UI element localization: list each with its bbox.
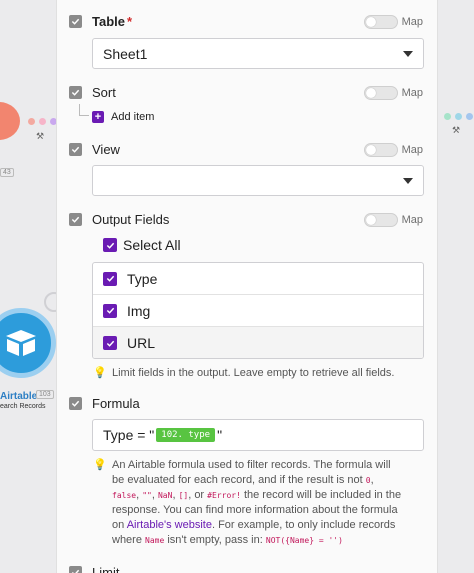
plus-icon: + xyxy=(92,111,104,123)
chevron-down-icon xyxy=(403,51,413,57)
output-fields-enable-checkbox[interactable] xyxy=(69,213,82,226)
airtable-module-node[interactable] xyxy=(0,308,56,378)
select-all-label: Select All xyxy=(123,237,181,253)
code-snippet: [] xyxy=(178,491,189,500)
list-item-label: URL xyxy=(127,335,156,351)
list-item[interactable]: Img xyxy=(93,295,423,327)
airtable-website-link[interactable]: Airtable's website xyxy=(127,519,212,531)
map-label: Map xyxy=(401,15,423,28)
code-snippet: NOT({Name} = '') xyxy=(265,536,343,545)
hint-text: Limit fields in the output. Leave empty … xyxy=(112,367,395,379)
output-fields-map-toggle[interactable]: Map xyxy=(363,212,423,227)
airtable-node-count: 103 xyxy=(36,390,54,399)
formula-suffix: " xyxy=(217,427,223,443)
view-label: View xyxy=(92,142,120,157)
list-item-label: Img xyxy=(127,302,151,319)
variable-pill[interactable]: 102. type xyxy=(156,428,216,442)
list-item[interactable]: Type xyxy=(93,263,423,295)
select-all-checkbox[interactable]: Select All xyxy=(103,237,181,253)
view-select[interactable] xyxy=(92,165,424,196)
code-snippet: false xyxy=(112,491,137,500)
lightbulb-icon: 💡 xyxy=(93,367,107,379)
formula-field-header: Formula xyxy=(69,396,425,411)
formula-prefix: Type = " xyxy=(103,427,155,443)
connector-dots-right xyxy=(444,113,473,120)
code-snippet: 0 xyxy=(365,476,371,485)
table-enable-checkbox[interactable] xyxy=(69,15,82,28)
check-icon xyxy=(71,89,80,96)
limit-label: Limit xyxy=(92,565,120,573)
sort-map-toggle[interactable]: Map xyxy=(363,85,423,100)
checkbox-checked[interactable] xyxy=(103,238,117,252)
check-icon xyxy=(106,275,114,282)
limit-enable-checkbox[interactable] xyxy=(69,566,82,573)
output-fields-header: Output Fields Map xyxy=(69,212,425,227)
required-mark: * xyxy=(127,14,133,29)
add-item-label: Add item xyxy=(111,111,155,123)
airtable-node-subtitle: earch Records xyxy=(0,403,46,410)
chevron-down-icon xyxy=(403,178,413,184)
output-fields-list: Type Img URL xyxy=(92,262,424,359)
table-select[interactable]: Sheet1 xyxy=(92,38,424,69)
map-label: Map xyxy=(401,213,423,226)
lightbulb-icon: 💡 xyxy=(93,459,107,471)
wrench-icon[interactable]: ⚒ xyxy=(36,131,44,142)
map-label: Map xyxy=(401,86,423,99)
module-settings-panel: Table * Map Sheet1 Sort Map + Add item Vi… xyxy=(56,0,438,573)
code-snippet: Name xyxy=(145,536,165,545)
table-map-toggle[interactable]: Map xyxy=(363,14,423,29)
check-icon xyxy=(71,146,80,153)
sort-enable-checkbox[interactable] xyxy=(69,86,82,99)
limit-field-header: Limit xyxy=(69,565,425,573)
formula-input[interactable]: Type = " 102. type " xyxy=(92,419,424,451)
formula-enable-checkbox[interactable] xyxy=(69,397,82,410)
map-switch[interactable] xyxy=(363,85,398,100)
table-label: Table * xyxy=(92,14,133,29)
list-item[interactable]: URL xyxy=(93,327,423,358)
formula-hint: 💡 An Airtable formula used to filter rec… xyxy=(93,458,402,548)
code-snippet: "" xyxy=(142,491,152,500)
view-enable-checkbox[interactable] xyxy=(69,143,82,156)
wrench-icon[interactable]: ⚒ xyxy=(452,125,460,136)
hint-text: An Airtable formula used to filter recor… xyxy=(112,459,402,546)
checkbox-checked[interactable] xyxy=(103,336,117,350)
view-field-header: View Map xyxy=(69,142,425,157)
formula-label: Formula xyxy=(92,396,140,411)
map-switch[interactable] xyxy=(363,142,398,157)
sort-field-header: Sort Map xyxy=(69,85,425,100)
table-select-value: Sheet1 xyxy=(103,45,148,62)
code-snippet: NaN xyxy=(157,491,173,500)
table-field-header: Table * Map xyxy=(69,14,425,29)
add-item-button[interactable]: + Add item xyxy=(92,111,154,123)
airtable-logo-icon xyxy=(6,330,36,356)
airtable-node-label: Airtable xyxy=(0,391,38,402)
check-icon xyxy=(71,569,80,573)
module-node-red[interactable] xyxy=(0,102,20,140)
check-icon xyxy=(106,242,114,249)
sort-label: Sort xyxy=(92,85,116,100)
list-item-label: Type xyxy=(127,270,158,287)
output-fields-label: Output Fields xyxy=(92,212,170,227)
check-icon xyxy=(71,216,80,223)
checkbox-checked[interactable] xyxy=(103,271,117,286)
check-icon xyxy=(71,400,80,407)
code-snippet: #Error! xyxy=(207,491,241,500)
output-fields-hint: 💡 Limit fields in the output. Leave empt… xyxy=(93,366,402,381)
node-badge: 43 xyxy=(0,168,14,177)
tree-connector xyxy=(79,104,89,116)
map-switch[interactable] xyxy=(363,212,398,227)
check-icon xyxy=(106,340,114,347)
check-icon xyxy=(71,18,80,25)
checkbox-checked[interactable] xyxy=(103,303,117,318)
map-label: Map xyxy=(401,143,423,156)
map-switch[interactable] xyxy=(363,14,398,29)
check-icon xyxy=(106,307,114,314)
view-map-toggle[interactable]: Map xyxy=(363,142,423,157)
